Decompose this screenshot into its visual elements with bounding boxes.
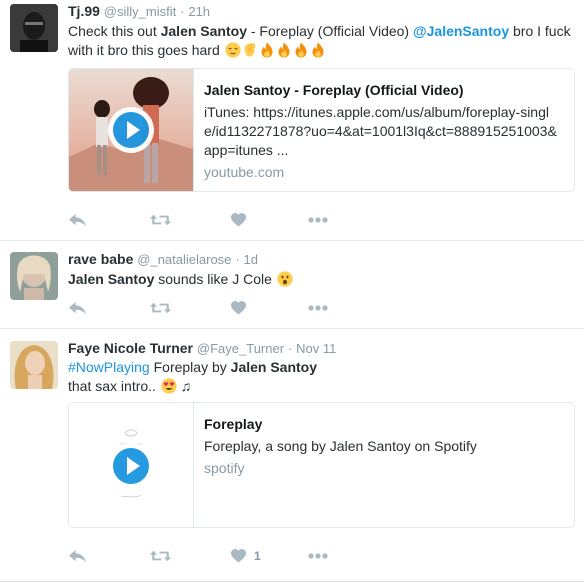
keyword-highlight: Jalen Santoy bbox=[68, 271, 155, 287]
tweet-text: Check this out Jalen Santoy - Foreplay (… bbox=[68, 22, 574, 60]
like-button[interactable]: 1 bbox=[231, 546, 261, 566]
link-card[interactable]: Jalen Santoy - Foreplay (Official Video)… bbox=[68, 68, 575, 192]
play-icon[interactable] bbox=[108, 443, 154, 489]
handle[interactable]: @Faye_Turner bbox=[197, 341, 284, 356]
avatar[interactable] bbox=[10, 252, 58, 300]
audio-thumbnail[interactable] bbox=[69, 403, 194, 527]
card-title[interactable]: Jalen Santoy - Foreplay (Official Video) bbox=[204, 81, 560, 99]
timestamp[interactable]: 21h bbox=[188, 4, 210, 19]
reply-button[interactable] bbox=[68, 298, 87, 318]
tweet[interactable]: Tj.99 @silly_misfit · 21h Check this out… bbox=[0, 0, 584, 241]
handle[interactable]: @silly_misfit bbox=[104, 4, 176, 19]
keyword-highlight: Jalen Santoy bbox=[230, 359, 318, 375]
more-button[interactable] bbox=[308, 298, 328, 318]
fire-icon bbox=[276, 42, 292, 58]
tweet[interactable]: rave babe @_natalielarose · 1d Jalen San… bbox=[0, 241, 584, 329]
reply-button[interactable] bbox=[68, 546, 87, 566]
fullname[interactable]: Faye Nicole Turner bbox=[68, 340, 193, 356]
fire-icon bbox=[293, 42, 309, 58]
retweet-button[interactable] bbox=[150, 546, 171, 566]
separator: · bbox=[235, 252, 240, 267]
mention-link[interactable]: @JalenSantoy bbox=[413, 23, 509, 39]
avatar[interactable] bbox=[10, 341, 58, 389]
hashtag-link[interactable]: #NowPlaying bbox=[68, 359, 150, 375]
card-domain: spotify bbox=[204, 460, 245, 476]
handle[interactable]: @_natalielarose bbox=[137, 252, 231, 267]
fullname[interactable]: Tj.99 bbox=[68, 3, 100, 19]
more-icon bbox=[308, 217, 328, 223]
like-icon bbox=[231, 549, 246, 563]
reply-icon bbox=[68, 301, 87, 316]
more-button[interactable] bbox=[308, 546, 328, 566]
separator: · bbox=[180, 4, 185, 19]
separator: · bbox=[287, 341, 293, 356]
more-icon bbox=[308, 553, 328, 559]
card-body: Foreplay Foreplay, a song by Jalen Santo… bbox=[204, 415, 560, 476]
open-mouth-face-icon bbox=[277, 271, 293, 287]
card-description: Foreplay, a song by Jalen Santoy on Spot… bbox=[204, 438, 477, 454]
tweet-text: Jalen Santoy sounds like J Cole bbox=[68, 270, 574, 289]
tweet-text: #NowPlaying Foreplay by Jalen Santoy tha… bbox=[68, 358, 574, 396]
like-button[interactable] bbox=[231, 210, 254, 230]
avatar[interactable] bbox=[10, 4, 58, 52]
fire-icon bbox=[310, 42, 326, 58]
retweet-icon bbox=[150, 549, 171, 563]
more-button[interactable] bbox=[308, 210, 328, 230]
tweet-text-part: sounds like J Cole bbox=[154, 271, 272, 287]
clapping-hands-icon bbox=[242, 42, 258, 58]
tweet-header: Tj.99 @silly_misfit · 21h bbox=[68, 3, 210, 19]
card-title[interactable]: Foreplay bbox=[204, 415, 560, 433]
card-description: iTunes: https://itunes.apple.com/us/albu… bbox=[204, 104, 557, 158]
link-card[interactable]: Foreplay Foreplay, a song by Jalen Santo… bbox=[68, 402, 575, 528]
retweet-button[interactable] bbox=[150, 210, 171, 230]
video-thumbnail[interactable] bbox=[69, 69, 194, 191]
card-body: Jalen Santoy - Foreplay (Official Video)… bbox=[204, 81, 560, 180]
tweet-header: rave babe @_natalielarose · 1d bbox=[68, 251, 258, 267]
music-note-icon: ♫ bbox=[180, 378, 192, 394]
tweet-text-part: - Foreplay (Official Video) bbox=[246, 23, 413, 39]
timestamp[interactable]: 1d bbox=[244, 252, 258, 267]
heart-eyes-face-icon bbox=[161, 378, 177, 394]
timestamp[interactable]: Nov 11 bbox=[296, 341, 336, 356]
like-icon bbox=[231, 301, 246, 315]
retweet-icon bbox=[150, 301, 171, 315]
card-domain: youtube.com bbox=[204, 164, 285, 180]
like-button[interactable] bbox=[231, 298, 254, 318]
keyword-highlight: Jalen Santoy bbox=[160, 23, 247, 39]
like-count: 1 bbox=[254, 549, 261, 563]
reply-icon bbox=[68, 549, 87, 564]
tweet[interactable]: Faye Nicole Turner @Faye_Turner · Nov 11… bbox=[0, 329, 584, 582]
tweet-text-part: Foreplay by bbox=[149, 359, 231, 375]
retweet-button[interactable] bbox=[150, 298, 171, 318]
retweet-icon bbox=[150, 213, 171, 227]
tweet-text-part: Check this out bbox=[68, 23, 161, 39]
reply-button[interactable] bbox=[68, 210, 87, 230]
relieved-face-icon bbox=[225, 42, 241, 58]
tweet-header: Faye Nicole Turner @Faye_Turner · Nov 11 bbox=[68, 340, 336, 356]
like-icon bbox=[231, 213, 246, 227]
play-icon[interactable] bbox=[108, 107, 154, 153]
reply-icon bbox=[68, 213, 87, 228]
fullname[interactable]: rave babe bbox=[68, 251, 133, 267]
tweet-text-part: that sax intro.. bbox=[68, 378, 156, 394]
fire-icon bbox=[259, 42, 275, 58]
more-icon bbox=[308, 305, 328, 311]
